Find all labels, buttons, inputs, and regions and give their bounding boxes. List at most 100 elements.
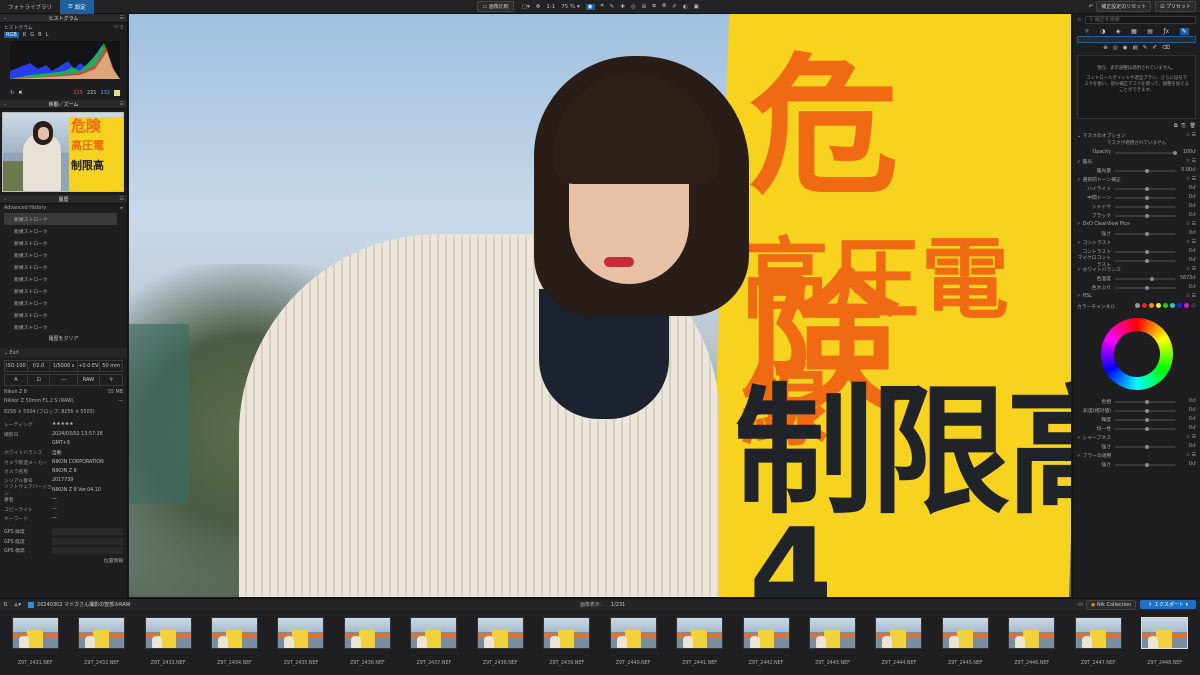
- hsl-channel-dot[interactable]: [1149, 302, 1154, 308]
- channel-r[interactable]: R: [23, 32, 26, 38]
- copy-icon[interactable]: ⧉: [1174, 123, 1178, 129]
- reset-icon[interactable]: ↺: [1192, 285, 1196, 290]
- crop-icon[interactable]: ⌗: [601, 3, 604, 10]
- zoom-ratio-button[interactable]: 1:1: [546, 4, 555, 10]
- clear-history-button[interactable]: 履歴をクリア: [0, 333, 127, 345]
- exif-header[interactable]: ⌄ Exif: [0, 348, 127, 358]
- reset-icon[interactable]: ↺: [1192, 258, 1196, 263]
- slider-track[interactable]: [1115, 249, 1176, 254]
- filmstrip-thumbnail[interactable]: Z9T_2434.NEF: [203, 610, 265, 675]
- navigator-preview[interactable]: 危険 高圧電 制限高: [2, 112, 124, 192]
- reset-icon[interactable]: ↺: [1192, 444, 1196, 449]
- brush-tool-icon[interactable]: ✎: [1143, 45, 1148, 51]
- slider-thumb[interactable]: [1145, 249, 1150, 254]
- search-correction-input[interactable]: ⚲ 補正を検索: [1085, 16, 1196, 24]
- slider-thumb[interactable]: [1145, 168, 1150, 173]
- filmstrip-thumbnail[interactable]: Z9T_2444.NEF: [868, 610, 930, 675]
- slider-value[interactable]: 0: [1180, 417, 1192, 422]
- section-menu-icon[interactable]: ☆ ☰: [1186, 222, 1196, 227]
- filmstrip-layout-icon[interactable]: ▭: [1078, 602, 1083, 608]
- slider-thumb[interactable]: [1150, 276, 1155, 281]
- slider-value[interactable]: 0: [1180, 462, 1192, 467]
- section-header[interactable]: ✓ コントラスト ☆ ☰: [1073, 238, 1200, 247]
- slider-thumb[interactable]: [1145, 462, 1150, 467]
- section-menu-icon[interactable]: ☆ ☰: [1186, 435, 1196, 440]
- slider-track[interactable]: [1115, 444, 1176, 449]
- slider-track[interactable]: [1115, 276, 1176, 281]
- control-point-icon[interactable]: ⊕: [1103, 45, 1108, 51]
- paste-icon[interactable]: ⎘: [1182, 123, 1186, 129]
- mask-selector[interactable]: [1077, 36, 1196, 43]
- filmstrip-thumbnail[interactable]: Z9T_2442.NEF: [735, 610, 797, 675]
- slider-value[interactable]: 0: [1180, 231, 1192, 236]
- history-item[interactable]: 新規ストローク: [4, 309, 117, 321]
- redeye-icon[interactable]: ◎: [631, 4, 636, 10]
- slider-track[interactable]: [1115, 213, 1176, 218]
- favorite-star-icon[interactable]: ☆: [1077, 17, 1081, 23]
- reset-correction-button[interactable]: 補正設定のリセット: [1096, 1, 1152, 12]
- history-item[interactable]: 新規ストローク: [4, 297, 117, 309]
- local-tab-icon[interactable]: ✎: [1179, 27, 1189, 35]
- slider-thumb[interactable]: [1145, 444, 1150, 449]
- hsl-channel-dot[interactable]: [1142, 302, 1147, 308]
- export-button[interactable]: ⇪ エクスポート ▾: [1140, 600, 1196, 609]
- reset-icon[interactable]: ↺: [1192, 168, 1196, 173]
- section-header[interactable]: ✓ シャープネス ☆ ☰: [1073, 433, 1200, 442]
- filter-icon[interactable]: ⚶▾: [14, 602, 21, 608]
- slider-track[interactable]: [1115, 462, 1176, 467]
- hsl-color-wheel[interactable]: [1073, 311, 1200, 397]
- slider-track[interactable]: [1115, 258, 1176, 263]
- slider-value[interactable]: 0: [1180, 204, 1192, 209]
- history-item[interactable]: 新規ストローク: [4, 285, 117, 297]
- filmstrip-thumbnail[interactable]: Z9T_2440.NEF: [602, 610, 664, 675]
- filmstrip-thumbnail[interactable]: Z9T_2447.NEF: [1067, 610, 1129, 675]
- slider-track[interactable]: [1115, 186, 1176, 191]
- history-item[interactable]: 新規ストローク: [4, 213, 117, 226]
- slider-thumb[interactable]: [1145, 408, 1150, 413]
- detail-icon[interactable]: ◈: [1116, 28, 1121, 35]
- circle-icon[interactable]: ◉: [1123, 45, 1128, 51]
- zoom-fit-icon[interactable]: ✥: [536, 4, 541, 10]
- section-menu-icon[interactable]: ☆ ☰: [1186, 133, 1196, 138]
- slider-thumb[interactable]: [1145, 285, 1150, 290]
- hsl-channel-dot[interactable]: [1184, 302, 1189, 308]
- history-item[interactable]: 新規ストローク: [4, 321, 117, 333]
- slider-track[interactable]: [1115, 195, 1176, 200]
- slider-track[interactable]: [1115, 285, 1176, 290]
- section-header[interactable]: ✓ DxO ClearView Plus ☆ ☰: [1073, 220, 1200, 229]
- filmstrip-thumbnail[interactable]: Z9T_2438.NEF: [469, 610, 531, 675]
- reset-icon[interactable]: ↺: [1192, 195, 1196, 200]
- hand-tool-icon[interactable]: ◉: [585, 3, 595, 10]
- slider-track[interactable]: [1115, 150, 1177, 155]
- warn-icon[interactable]: ✖: [18, 90, 22, 96]
- slider-value[interactable]: 0: [1180, 258, 1192, 263]
- slider-value[interactable]: 0.00: [1180, 168, 1192, 173]
- hsl-channel-dot[interactable]: [1191, 302, 1196, 308]
- filmstrip-thumbnail[interactable]: Z9T_2431.NEF: [4, 610, 66, 675]
- section-menu-icon[interactable]: ☆ ☰: [1186, 240, 1196, 245]
- section-header[interactable]: ✓ HSL ☆ ☰: [1073, 292, 1200, 301]
- channel-b[interactable]: B: [38, 32, 41, 38]
- navigator-header[interactable]: ⌄ 移動／ズーム ☰: [0, 100, 127, 109]
- section-menu-icon[interactable]: ☆ ☰: [1186, 267, 1196, 272]
- image-viewer[interactable]: 危 険 高圧電線 制限高 4: [129, 14, 1071, 597]
- channel-g[interactable]: G: [30, 32, 34, 38]
- line-icon[interactable]: ◎: [1113, 45, 1118, 51]
- histogram-header[interactable]: ⌄ ヒストグラム ☰: [0, 14, 127, 23]
- brush-icon[interactable]: ✐: [672, 4, 677, 10]
- perspective-icon[interactable]: ⧈: [652, 3, 656, 10]
- hsl-channel-dot[interactable]: [1163, 302, 1168, 308]
- slider-thumb[interactable]: [1145, 399, 1150, 404]
- filmstrip-thumbnail[interactable]: Z9T_2441.NEF: [668, 610, 730, 675]
- slider-thumb[interactable]: [1172, 150, 1177, 155]
- filmstrip-thumbnail[interactable]: Z9T_2439.NEF: [536, 610, 598, 675]
- slider-thumb[interactable]: [1145, 258, 1150, 263]
- repair-icon[interactable]: ✚: [620, 4, 625, 10]
- slider-track[interactable]: [1115, 426, 1176, 431]
- history-item[interactable]: 新規ストローク: [4, 273, 117, 285]
- reset-icon[interactable]: ↺: [1192, 276, 1196, 281]
- tab-photo-library[interactable]: フォトライブラリ: [0, 0, 60, 14]
- gps-edit-button[interactable]: 位置情報: [0, 555, 127, 564]
- reset-icon[interactable]: ↺: [1192, 462, 1196, 467]
- slider-thumb[interactable]: [1145, 426, 1150, 431]
